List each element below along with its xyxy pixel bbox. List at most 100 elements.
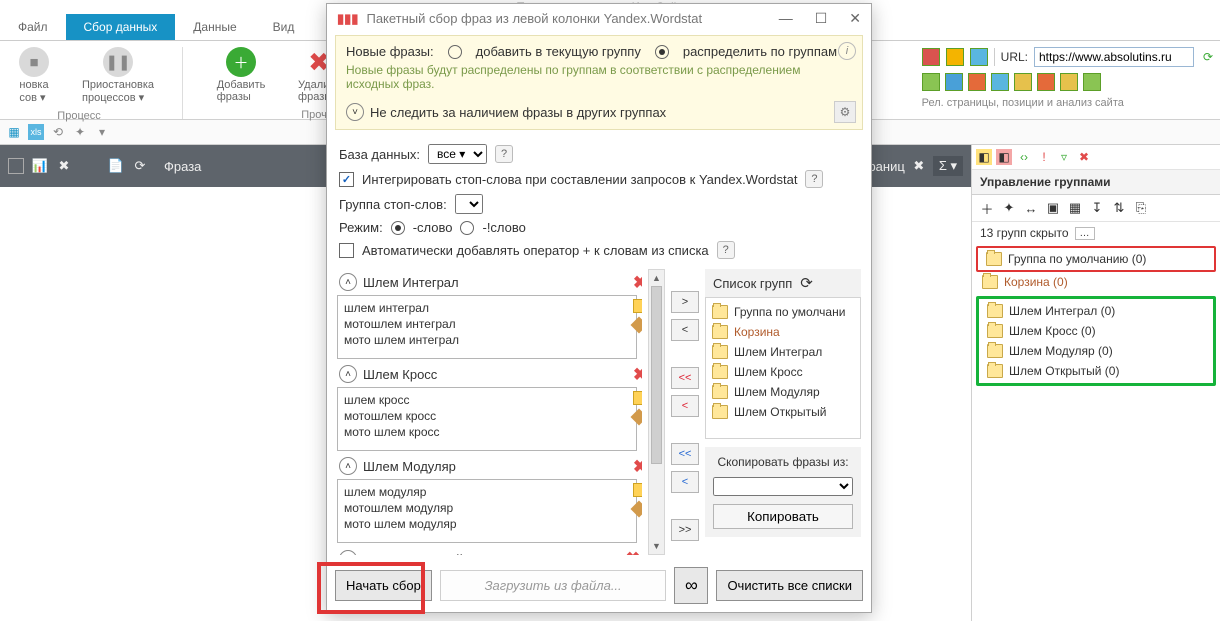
maximize-icon[interactable]: ☐ bbox=[815, 10, 828, 27]
grid-tool-icon[interactable]: 📄 bbox=[108, 158, 124, 174]
grid-tool-icon[interactable]: ✖ bbox=[56, 158, 72, 174]
tab-view[interactable]: Вид bbox=[255, 14, 313, 40]
quick-icon[interactable]: ⟲ bbox=[50, 124, 66, 140]
quick-icon[interactable]: xls bbox=[28, 124, 44, 140]
group-item[interactable]: Шлем Открытый (0) bbox=[981, 361, 1211, 381]
serv-icon[interactable] bbox=[1014, 73, 1032, 91]
diamond-icon[interactable] bbox=[631, 409, 642, 426]
panel-tool-icon[interactable]: ◧ bbox=[976, 149, 992, 165]
stop-group-select[interactable] bbox=[455, 194, 483, 214]
copy-from-select[interactable] bbox=[713, 477, 853, 496]
move-right-button[interactable]: > bbox=[671, 291, 699, 313]
quick-icon[interactable]: ✦ bbox=[72, 124, 88, 140]
phrase-textarea[interactable]: шлем модуляр мотошлем модуляр мото шлем … bbox=[337, 479, 637, 543]
stop-button[interactable]: ■ новка сов ▾ bbox=[4, 47, 64, 104]
info-icon[interactable]: i bbox=[838, 42, 856, 60]
radio-add-current[interactable] bbox=[448, 45, 462, 59]
db-select[interactable]: все ▾ bbox=[428, 144, 487, 164]
grid-tool-icon[interactable]: ⟳ bbox=[132, 158, 148, 174]
panel-tool-icon[interactable]: ◧ bbox=[996, 149, 1012, 165]
move-sel-right-button[interactable]: << bbox=[671, 443, 699, 465]
collapse-icon[interactable]: ˄ bbox=[339, 457, 357, 475]
dlg-group-item[interactable]: Группа по умолчани bbox=[710, 302, 856, 322]
url-go-icon[interactable]: ⟳ bbox=[1200, 49, 1216, 65]
group-item[interactable]: Шлем Интеграл (0) bbox=[981, 301, 1211, 321]
grid-tool-icon[interactable]: ✖ bbox=[911, 158, 927, 174]
clear-block-icon[interactable]: ✖ bbox=[633, 273, 642, 293]
folder-icon[interactable] bbox=[633, 299, 642, 313]
refresh-icon[interactable]: ⟳ bbox=[800, 274, 813, 292]
diamond-icon[interactable] bbox=[631, 317, 642, 334]
serv-icon[interactable] bbox=[945, 73, 963, 91]
grid-tool-icon[interactable]: 📊 bbox=[32, 158, 48, 174]
group-tool-icon[interactable]: ⇅ bbox=[1110, 199, 1128, 217]
vertical-scrollbar[interactable]: ▲▼ bbox=[648, 269, 665, 555]
group-item-default[interactable]: Группа по умолчанию (0) bbox=[980, 249, 1212, 269]
phrase-textarea[interactable]: шлем кросс мотошлем кросс мото шлем крос… bbox=[337, 387, 637, 451]
folder-icon[interactable] bbox=[633, 391, 642, 405]
tool-icon[interactable] bbox=[946, 48, 964, 66]
dlg-group-item[interactable]: Корзина bbox=[710, 322, 856, 342]
collapse-icon[interactable]: ˄ bbox=[339, 550, 357, 555]
group-tool-icon[interactable]: ▣ bbox=[1044, 199, 1062, 217]
copy-button[interactable]: Копировать bbox=[713, 504, 853, 529]
move-out-button[interactable]: >> bbox=[671, 519, 699, 541]
close-icon[interactable]: ✕ bbox=[849, 10, 861, 27]
group-tool-icon[interactable]: ↧ bbox=[1088, 199, 1106, 217]
move-left-button[interactable]: < bbox=[671, 319, 699, 341]
group-add-child-icon[interactable]: ✦ bbox=[1000, 199, 1018, 217]
serv-icon[interactable] bbox=[922, 73, 940, 91]
share-icon[interactable]: ∞ bbox=[674, 567, 708, 604]
clear-block-icon[interactable]: ✖ bbox=[633, 365, 642, 385]
tool-icon[interactable] bbox=[970, 48, 988, 66]
serv-icon[interactable] bbox=[1083, 73, 1101, 91]
dlg-group-item[interactable]: Шлем Открытый bbox=[710, 402, 856, 422]
panel-tool-icon[interactable]: ▿ bbox=[1056, 149, 1072, 165]
tool-icon[interactable] bbox=[922, 48, 940, 66]
minimize-icon[interactable]: — bbox=[779, 10, 793, 27]
clear-all-button[interactable]: Очистить все списки bbox=[716, 570, 863, 601]
dlg-group-item[interactable]: Шлем Кросс bbox=[710, 362, 856, 382]
url-input[interactable] bbox=[1034, 47, 1194, 67]
radio-minus-word[interactable] bbox=[391, 221, 405, 235]
collapse-icon[interactable]: ˄ bbox=[339, 365, 357, 383]
group-add-icon[interactable]: ＋ bbox=[978, 199, 996, 217]
serv-icon[interactable] bbox=[1060, 73, 1078, 91]
serv-icon[interactable] bbox=[968, 73, 986, 91]
show-hidden-button[interactable]: … bbox=[1075, 227, 1095, 240]
serv-icon[interactable] bbox=[991, 73, 1009, 91]
help-icon[interactable]: ? bbox=[495, 145, 513, 163]
load-from-file-button[interactable]: Загрузить из файла... bbox=[440, 570, 667, 601]
panel-tool-icon[interactable]: ‹› bbox=[1016, 149, 1032, 165]
group-tool-icon[interactable]: ↔ bbox=[1022, 199, 1040, 217]
quick-dropdown-icon[interactable]: ▾ bbox=[94, 124, 110, 140]
pause-button[interactable]: ❚❚ Приостановка процессов ▾ bbox=[82, 47, 154, 104]
tab-data[interactable]: Данные bbox=[175, 14, 254, 40]
tab-collect[interactable]: Сбор данных bbox=[66, 14, 176, 40]
serv-icon[interactable] bbox=[1037, 73, 1055, 91]
move-sel-left-button[interactable]: < bbox=[671, 471, 699, 493]
folder-icon[interactable] bbox=[633, 483, 642, 497]
group-item-trash[interactable]: Корзина (0) bbox=[976, 272, 1216, 292]
expand-icon[interactable]: ˅ bbox=[346, 103, 364, 121]
quick-icon[interactable]: ▦ bbox=[6, 124, 22, 140]
help-icon[interactable]: ? bbox=[717, 241, 735, 259]
integrate-checkbox[interactable] bbox=[339, 172, 354, 187]
help-icon[interactable]: ? bbox=[805, 170, 823, 188]
panel-tool-icon[interactable]: ✖ bbox=[1076, 149, 1092, 165]
dlg-group-item[interactable]: Шлем Модуляр bbox=[710, 382, 856, 402]
collapse-icon[interactable]: ˄ bbox=[339, 273, 357, 291]
start-collect-button[interactable]: Начать сбор bbox=[335, 570, 432, 601]
col-sigma[interactable]: Σ ▾ bbox=[933, 156, 963, 176]
radio-excl-word[interactable] bbox=[460, 221, 474, 235]
tab-file[interactable]: Файл bbox=[0, 14, 66, 40]
clear-block-icon[interactable]: ✖ bbox=[633, 457, 642, 477]
gear-icon[interactable]: ⚙ bbox=[834, 101, 856, 123]
add-phrases-button[interactable]: ＋ Добавить фразы bbox=[211, 47, 271, 103]
group-item[interactable]: Шлем Кросс (0) bbox=[981, 321, 1211, 341]
move-all-right-button[interactable]: << bbox=[671, 367, 699, 389]
checkbox-all[interactable] bbox=[8, 158, 24, 174]
group-tool-icon[interactable]: ⎘ bbox=[1132, 199, 1150, 217]
diamond-icon[interactable] bbox=[631, 501, 642, 518]
clear-block-icon[interactable]: ✖ bbox=[626, 549, 640, 555]
